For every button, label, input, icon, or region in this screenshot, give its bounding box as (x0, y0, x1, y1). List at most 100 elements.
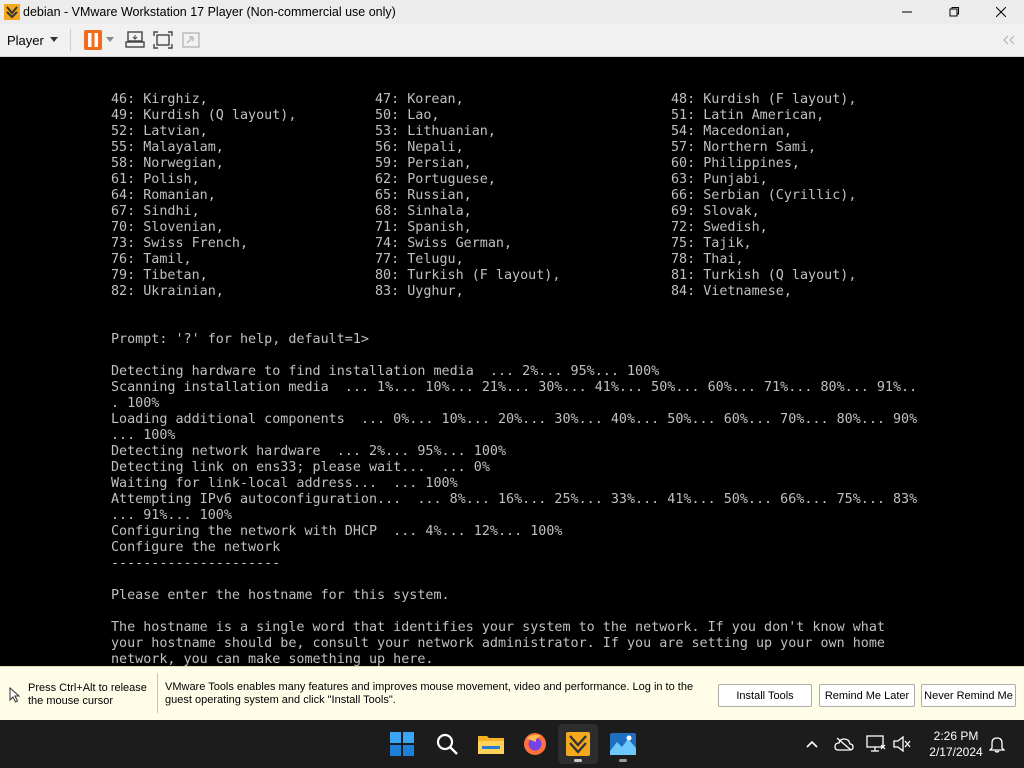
collapse-toolbar-button[interactable] (1002, 32, 1016, 50)
photos-button[interactable] (603, 724, 643, 764)
keymap-option: 53: Lithuanian, (375, 124, 496, 139)
notifications-button[interactable] (985, 732, 1009, 756)
vmware-logo-icon (4, 4, 20, 20)
send-ctrl-alt-del-button[interactable] (121, 26, 149, 54)
power-options-dropdown[interactable] (103, 26, 117, 54)
fullscreen-button[interactable] (149, 26, 177, 54)
keymap-row: 46: Kirghiz, 47: Korean, 48: Kurdish (F la… (111, 92, 917, 108)
keymap-option: 82: Ukrainian, (111, 284, 224, 299)
player-menu[interactable]: Player (7, 33, 58, 48)
remind-me-later-button[interactable]: Remind Me Later (819, 684, 915, 707)
keymap-option: 77: Telugu, (375, 252, 464, 267)
console-line: ... 100% (111, 428, 176, 443)
keymap-option: 75: Tajik, (671, 236, 752, 251)
search-button[interactable] (427, 724, 467, 764)
keymap-row: 79: Tibetan, 80: Turkish (F layout), 81: T… (111, 268, 917, 284)
console-line: --------------------- (111, 556, 281, 571)
network-tray-button[interactable] (864, 732, 888, 756)
keymap-option: 83: Uyghur, (375, 284, 464, 299)
file-explorer-button[interactable] (471, 724, 511, 764)
onedrive-tray-button[interactable] (832, 732, 856, 756)
vmware-player-taskbar-button[interactable] (558, 724, 598, 764)
vm-console[interactable]: 46: Kirghiz, 47: Korean, 48: Kurdish (F la… (0, 57, 1024, 666)
keymap-row: 67: Sindhi, 68: Sinhala, 69: Slovak, (111, 204, 917, 220)
display-icon (866, 735, 886, 752)
cloud-offline-icon (834, 737, 854, 751)
search-icon (436, 733, 458, 755)
console-output: Prompt: '?' for help, default=1> Detectin… (111, 332, 917, 666)
start-button[interactable] (382, 724, 422, 764)
keymap-option: 63: Punjabi, (671, 172, 768, 187)
window-title: debian - VMware Workstation 17 Player (N… (23, 5, 396, 19)
minimize-icon (901, 11, 912, 13)
running-indicator (574, 759, 582, 762)
keymap-option: 71: Spanish, (375, 220, 472, 235)
keymap-option: 74: Swiss German, (375, 236, 513, 251)
windows-start-icon (390, 732, 414, 756)
console-line: The hostname is a single word that ident… (111, 620, 885, 635)
keymap-option: 65: Russian, (375, 188, 472, 203)
console-line: . 100% (111, 396, 160, 411)
keymap-option: 80: Turkish (F layout), (375, 268, 561, 283)
keymap-option: 78: Thai, (671, 252, 744, 267)
keymap-option: 72: Swedish, (671, 220, 768, 235)
console-line: Prompt: '?' for help, default=1> (111, 332, 369, 347)
minimize-button[interactable] (883, 0, 930, 24)
keymap-row: 61: Polish, 62: Portuguese, 63: Punjabi, (111, 172, 917, 188)
clock-time: 2:26 PM (933, 729, 979, 743)
keymap-option: 57: Northern Sami, (671, 140, 817, 155)
photos-icon (610, 733, 636, 755)
keymap-option: 61: Polish, (111, 172, 200, 187)
keymap-option: 67: Sindhi, (111, 204, 200, 219)
file-explorer-icon (478, 736, 504, 754)
volume-tray-button[interactable] (890, 732, 914, 756)
chevron-up-icon (806, 740, 818, 748)
keymap-option: 47: Korean, (375, 92, 464, 107)
keymap-option: 66: Serbian (Cyrillic), (671, 188, 857, 203)
keymap-row: 82: Ukrainian, 83: Uyghur, 84: Vietnamese, (111, 284, 917, 300)
window-title-bar[interactable]: debian - VMware Workstation 17 Player (N… (0, 0, 1024, 24)
vmware-tools-notification: Press Ctrl+Alt to release the mouse curs… (0, 666, 1024, 721)
console-line: Configure the network (111, 540, 281, 555)
toolbar-separator (69, 29, 71, 51)
keymap-option: 48: Kurdish (F layout), (671, 92, 857, 107)
unity-button[interactable] (177, 26, 205, 54)
close-button[interactable] (977, 0, 1024, 24)
keymap-option: 69: Slovak, (671, 204, 760, 219)
console-line: Please enter the hostname for this syste… (111, 588, 450, 603)
keymap-row: 52: Latvian, 53: Lithuanian, 54: Macedonia… (111, 124, 917, 140)
keymap-option: 73: Swiss French, (111, 236, 249, 251)
player-menu-label: Player (7, 32, 44, 48)
never-remind-me-button[interactable]: Never Remind Me (921, 684, 1016, 707)
console-line: Scanning installation media ... 1%... 10… (111, 380, 918, 395)
console-line: Detecting network hardware ... 2%... 95%… (111, 444, 507, 459)
firefox-button[interactable] (515, 724, 555, 764)
dropdown-arrow-icon (105, 37, 114, 42)
show-hidden-icons-button[interactable] (800, 732, 824, 756)
keymap-option: 84: Vietnamese, (671, 284, 792, 299)
install-tools-button[interactable]: Install Tools (718, 684, 812, 707)
keymap-option: 54: Macedonian, (671, 124, 792, 139)
keymap-option: 50: Lao, (375, 108, 440, 123)
console-line: Loading additional components ... 0%... … (111, 412, 918, 427)
keymap-option: 76: Tamil, (111, 252, 192, 267)
console-line: your hostname should be, consult your ne… (111, 636, 885, 651)
keymap-option: 52: Latvian, (111, 124, 208, 139)
maximize-button[interactable] (930, 0, 977, 24)
vmware-tools-message: VMware Tools enables many features and i… (165, 681, 694, 706)
release-cursor-hint: Press Ctrl+Alt to release the mouse curs… (28, 682, 147, 707)
console-line: Detecting link on ens33; please wait... … (111, 460, 490, 475)
keymap-option: 56: Nepali, (375, 140, 464, 155)
console-line: Configuring the network with DHCP ... 4%… (111, 524, 563, 539)
system-clock[interactable]: 2:26 PM 2/17/2024 (918, 728, 994, 760)
keymap-option: 49: Kurdish (Q layout), (111, 108, 297, 123)
keymap-option: 51: Latin American, (671, 108, 825, 123)
console-text: 46: Kirghiz, 47: Korean, 48: Kurdish (F la… (111, 60, 917, 666)
keymap-row: 49: Kurdish (Q layout), 50: Lao, 51: Latin… (111, 108, 917, 124)
running-indicator (619, 759, 627, 762)
volume-muted-icon (893, 736, 911, 752)
firefox-icon (524, 733, 546, 755)
